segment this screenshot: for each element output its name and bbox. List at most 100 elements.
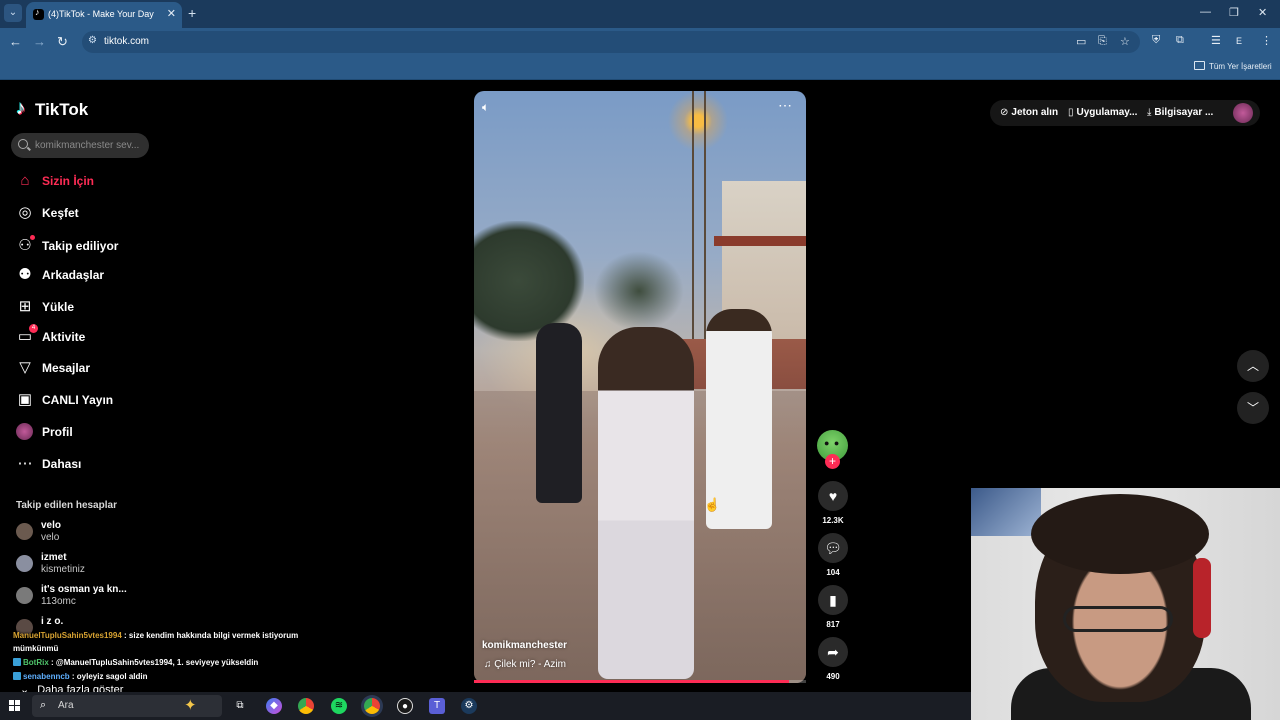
follow-plus-button[interactable]: + bbox=[825, 454, 840, 469]
search-box[interactable] bbox=[11, 133, 149, 158]
chrome-active-app-icon[interactable] bbox=[364, 698, 380, 714]
nav-upload[interactable]: ⊞ Yükle bbox=[16, 297, 166, 317]
comment-button[interactable]: 💬︎ bbox=[818, 533, 848, 563]
user-badge-icon bbox=[13, 672, 21, 680]
all-bookmarks-link[interactable]: Tüm Yer İşaretleri bbox=[1209, 62, 1272, 71]
chrome-app-icon[interactable] bbox=[298, 698, 314, 714]
cast-icon[interactable]: ▭ bbox=[1076, 35, 1086, 48]
browser-tab[interactable]: (4)TikTok - Make Your Day ✕ bbox=[26, 2, 182, 28]
nav-label: Profil bbox=[42, 425, 73, 439]
copilot-sparkle-icon: ✦ bbox=[184, 697, 197, 714]
nav-live[interactable]: ▣ CANLI Yayın bbox=[16, 390, 166, 410]
chat-user: senabenncb bbox=[23, 672, 70, 681]
teams-app-icon[interactable]: T bbox=[429, 698, 445, 714]
tiktok-logo-text: TikTok bbox=[35, 100, 89, 119]
nav-activity[interactable]: ▭ 4 Aktivite bbox=[16, 324, 166, 347]
reload-icon[interactable]: ↻ bbox=[57, 34, 68, 50]
video-player[interactable] bbox=[474, 91, 806, 683]
url-text: tiktok.com bbox=[104, 36, 150, 47]
save-button[interactable]: ▮ bbox=[818, 585, 848, 615]
chat-message: mümkünmü bbox=[13, 644, 58, 653]
previous-video-button[interactable]: ︿ bbox=[1237, 350, 1269, 382]
upload-icon: ⊞ bbox=[18, 298, 32, 315]
nav-for-you[interactable]: ⌂ Sizin İçin bbox=[16, 171, 166, 191]
extensions-icon[interactable]: ⧉ bbox=[1176, 34, 1184, 47]
translate-icon[interactable]: ⎘ bbox=[1098, 35, 1107, 48]
reading-list-icon[interactable]: ☰ bbox=[1211, 34, 1221, 47]
like-button[interactable]: ♥ bbox=[818, 481, 848, 511]
live-icon: ▣ bbox=[17, 391, 33, 408]
site-info-icon[interactable]: ⚙ bbox=[88, 35, 97, 46]
following-account[interactable]: izmet kismetiniz bbox=[16, 552, 156, 580]
profile-avatar bbox=[16, 423, 33, 440]
nav-label: Takip ediliyor bbox=[42, 239, 119, 253]
nav-friends[interactable]: ⚉ Arkadaşlar bbox=[16, 265, 166, 285]
chat-message: senabenncb : oyleyiz sagol aldin bbox=[13, 672, 147, 681]
webcam-headset bbox=[1193, 558, 1211, 638]
task-view-icon[interactable]: ⧉ bbox=[232, 698, 248, 714]
video-person bbox=[598, 327, 694, 679]
desktop-app-button[interactable]: ⤓ Bilgisayar ... bbox=[1147, 107, 1213, 118]
search-input[interactable] bbox=[35, 137, 145, 154]
forward-icon[interactable]: → bbox=[33, 34, 46, 49]
video-person bbox=[706, 309, 772, 529]
nav-label: Mesajlar bbox=[42, 361, 91, 375]
tiktok-favicon-icon bbox=[33, 7, 44, 20]
save-count: 817 bbox=[826, 620, 840, 629]
chevron-up-icon: ︿ bbox=[1246, 359, 1259, 373]
chat-text: : @ManuelTupluSahin5vtes1994, 1. seviyey… bbox=[48, 658, 259, 667]
windows-start-icon[interactable] bbox=[9, 700, 21, 712]
video-more-icon[interactable]: ⋯ bbox=[778, 97, 793, 114]
spotify-app-icon[interactable]: ≋ bbox=[331, 698, 347, 714]
share-arrow-icon: ➦ bbox=[827, 644, 839, 660]
friends-icon: ⚉ bbox=[18, 266, 32, 283]
extension-shield-icon[interactable]: ⛨ bbox=[1152, 34, 1160, 47]
phone-icon: ▯ bbox=[1068, 107, 1074, 118]
new-tab-icon[interactable]: + bbox=[188, 5, 196, 21]
tab-title: (4)TikTok - Make Your Day bbox=[48, 9, 154, 19]
volume-icon[interactable]: 🔈︎ bbox=[482, 100, 489, 115]
browser-tab-bar: ⌄ (4)TikTok - Make Your Day ✕ + — ❐ ✕ bbox=[0, 0, 1280, 28]
close-window-icon[interactable]: ✕ bbox=[1258, 6, 1267, 19]
user-avatar[interactable] bbox=[1233, 103, 1253, 123]
following-account[interactable]: velo velo bbox=[16, 520, 156, 548]
desktop-app-label: Bilgisayar ... bbox=[1154, 107, 1214, 118]
nav-messages[interactable]: ▽ Mesajlar bbox=[16, 358, 166, 378]
nav-profile[interactable]: Profil bbox=[16, 422, 166, 442]
activity-badge: 4 bbox=[29, 324, 38, 333]
back-icon[interactable]: ← bbox=[9, 34, 22, 49]
chat-user: ManuelTupluSahin5vtes1994 bbox=[13, 631, 122, 640]
webcam-person-glasses bbox=[1063, 606, 1173, 632]
profile-icon[interactable]: E bbox=[1236, 36, 1242, 46]
account-name: i z o. bbox=[41, 616, 64, 627]
address-bar[interactable]: ⚙ tiktok.com ▭ ⎘ ☆ bbox=[82, 31, 1140, 53]
minimize-icon[interactable]: — bbox=[1200, 6, 1211, 18]
top-right-header: ⊘ Jeton alın ▯ Uygulamay... ⤓ Bilgisayar ..… bbox=[990, 100, 1260, 126]
bookmark-star-icon[interactable]: ☆ bbox=[1120, 35, 1130, 48]
taskbar-search[interactable]: ⌕ Ara ✦ bbox=[32, 695, 222, 717]
video-progress-bar[interactable] bbox=[474, 680, 806, 683]
nav-following[interactable]: ⚇ Takip ediliyor bbox=[16, 235, 166, 256]
get-app-button[interactable]: ▯ Uygulamay... bbox=[1068, 107, 1137, 118]
tab-search-icon[interactable]: ⌄ bbox=[4, 4, 22, 22]
nav-more[interactable]: ⋯ Dahası bbox=[16, 454, 166, 474]
tab-close-icon[interactable]: ✕ bbox=[167, 7, 176, 20]
nav-explore[interactable]: ◎ Keşfet bbox=[16, 203, 166, 223]
bot-badge-icon bbox=[13, 658, 21, 666]
next-video-button[interactable]: ﹀ bbox=[1237, 392, 1269, 424]
nav-label: Yükle bbox=[42, 300, 75, 314]
steam-app-icon[interactable]: ⚙ bbox=[461, 698, 477, 714]
video-music[interactable]: ♫ Çilek mi? - Azim bbox=[484, 659, 566, 670]
video-author[interactable]: komikmanchester bbox=[482, 640, 567, 651]
share-button[interactable]: ➦ bbox=[818, 637, 848, 667]
get-app-label: Uygulamay... bbox=[1076, 107, 1138, 118]
more-icon: ⋯ bbox=[17, 455, 33, 472]
get-coins-button[interactable]: ⊘ Jeton alın bbox=[1000, 107, 1058, 118]
messages-icon: ▽ bbox=[19, 359, 31, 376]
copilot-app-icon[interactable]: ◆ bbox=[266, 698, 282, 714]
restore-icon[interactable]: ❐ bbox=[1229, 6, 1239, 19]
following-account[interactable]: it's osman ya kn... 113omc bbox=[16, 584, 156, 612]
nav-label: Keşfet bbox=[42, 206, 79, 220]
menu-icon[interactable]: ⋮ bbox=[1261, 34, 1272, 47]
obs-app-icon[interactable]: ● bbox=[397, 698, 413, 714]
